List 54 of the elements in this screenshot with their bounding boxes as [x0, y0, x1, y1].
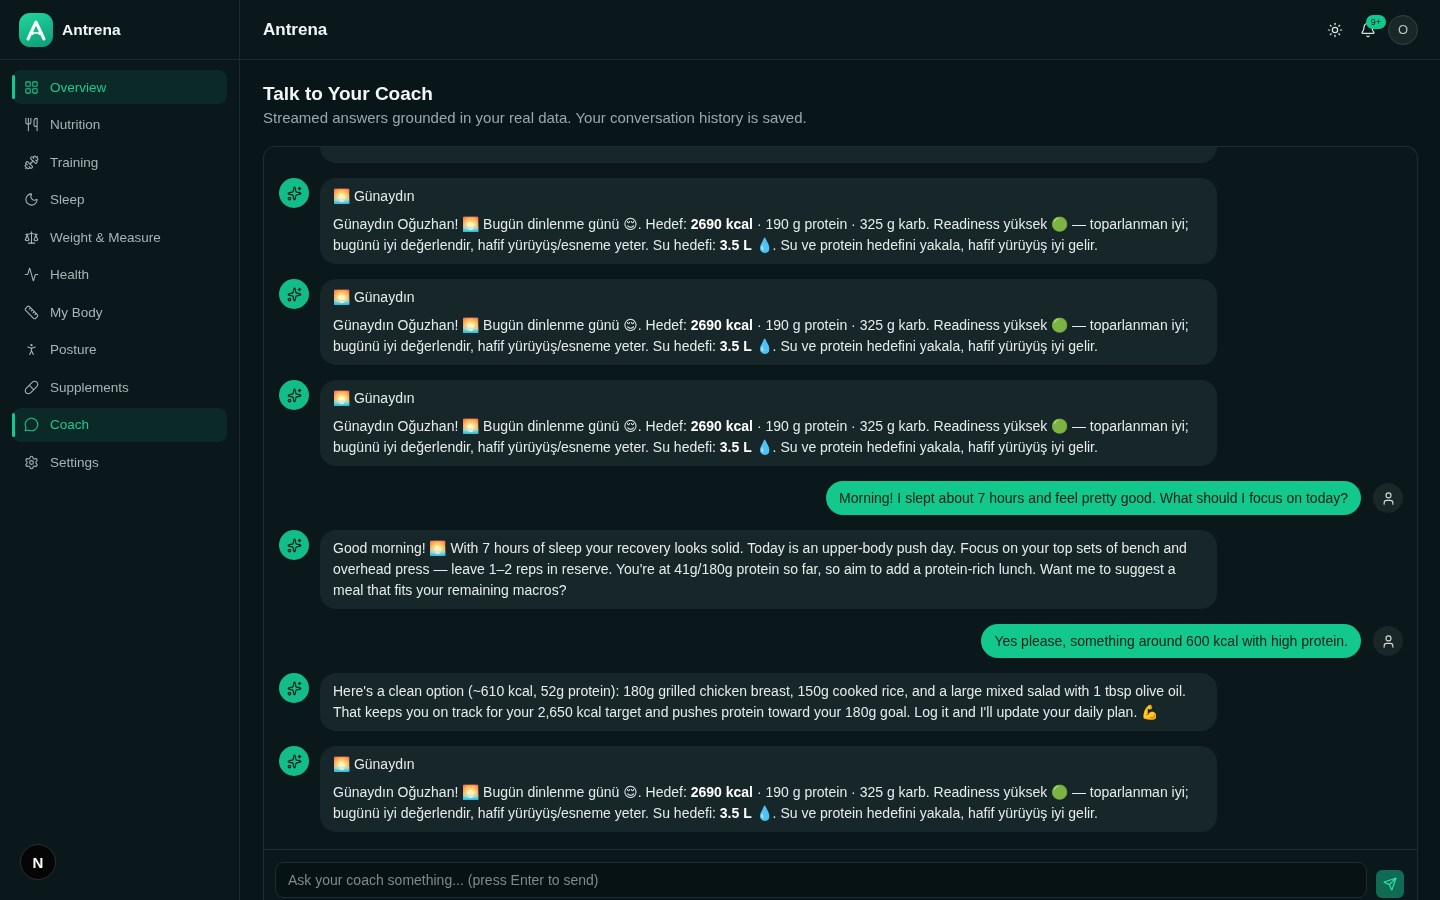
dev-tools-button[interactable]: N — [20, 844, 56, 880]
pulse-icon — [24, 267, 39, 282]
sparkles-icon — [279, 178, 309, 208]
nav-item[interactable]: My Body — [12, 295, 227, 329]
brand-name: Antrena — [62, 20, 121, 39]
scale-icon — [24, 229, 39, 245]
sparkles-icon — [279, 746, 309, 776]
message-text: Good morning! 🌅 With 7 hours of sleep your recovery looks solid. Today is an upper-body push day. Focus on your top sets of bench and overhead press — leave 1–2 reps in reserve. You're at 41g/180g protein so far, so aim to add a protein-rich lunch. Want me to suggest a meal that fits your remaining macros? — [333, 539, 1188, 600]
nav-item[interactable]: Weight & Measure — [12, 220, 227, 254]
nav-item[interactable]: Coach — [12, 407, 227, 442]
sparkles-icon — [279, 530, 309, 560]
message-title: 🌅 Günaydın — [333, 288, 416, 307]
dumbbell-icon — [24, 154, 39, 170]
moon-icon — [24, 192, 39, 207]
utensils-icon — [24, 117, 39, 132]
nav-item[interactable]: Posture — [12, 332, 227, 367]
message-text: Günaydın Oğuzhan! 🌅 Bugün dinlenme günü 😌. Hedef: 2690 kcal · 190 g protein · 325 g karb. Readiness yüksek 🟢 — toparlanman iyi; bugünü iyi değerlendir, hafif yürüyüş/esneme yeter. Su hedefi: 3.5 L 💧. Su ve protein hedefini yakala, hafif yürüyüş iyi gelir. — [333, 215, 1190, 255]
message-text: Günaydın Oğuzhan! 🌅 Bugün dinlenme günü 😌. Hedef: 2690 kcal · 190 g protein · 325 g karb. Readiness yüksek 🟢 — toparlanman iyi; bugünü iyi değerlendir, hafif yürüyüş/esneme yeter. Su hedefi: 3.5 L 💧. Su ve protein hedefini yakala, hafif yürüyüş iyi gelir. — [333, 316, 1190, 356]
nav-item[interactable]: Supplements — [12, 370, 227, 404]
message-title: 🌅 Günaydın — [333, 389, 416, 408]
sparkles-icon — [279, 673, 309, 703]
send-button[interactable] — [1376, 870, 1404, 898]
sparkles-icon — [279, 279, 309, 309]
message-text: Here's a clean option (~610 kcal, 52g protein): 180g grilled chicken breast, 150g cooked rice, and a large mixed salad with 1 tbsp olive oil. That keeps you on track for your 2,650 kcal target and pushes protein toward your 180g goal. Log it and I'll update your daily plan. 💪 — [333, 682, 1187, 722]
user-avatar-button[interactable]: O — [1388, 14, 1418, 45]
message-text: Günaydın Oğuzhan! 🌅 Bugün dinlenme günü 😌. Hedef: 2690 kcal · 190 g protein · 325 g karb. Readiness yüksek 🟢 — toparlanman iyi; bugünü iyi değerlendir, hafif yürüyüş/esneme yeter. Su hedefi: 3.5 L 💧. Su ve protein hedefini yakala, hafif yürüyüş iyi gelir. — [333, 417, 1190, 457]
message-title: 🌅 Günaydın — [333, 187, 416, 206]
user-icon — [1373, 626, 1403, 656]
pill-icon — [24, 379, 39, 395]
user-message-bubble: Yes please, something around 600 kcal with high protein. — [981, 624, 1361, 658]
notification-badge: 9+ — [1366, 14, 1386, 29]
nav-item[interactable]: Nutrition — [12, 107, 227, 142]
message-text: Günaydın Oğuzhan! 🌅 Bugün dinlenme günü 😌. Hedef: 2690 kcal · 190 g protein · 325 g karb. Readiness yüksek 🟢 — toparlanman iyi; bugünü iyi değerlendir, hafif yürüyüş/esneme yeter. Su hedefi: 3.5 L 💧. Su ve protein hedefini yakala, hafif yürüyüş iyi gelir. — [333, 783, 1190, 823]
user-icon — [1373, 483, 1403, 513]
sun-icon — [1327, 21, 1343, 38]
nav-item[interactable]: Overview — [12, 70, 227, 104]
message-title: 🌅 Günaydın — [333, 755, 416, 774]
logo-icon — [19, 12, 53, 47]
nav-item[interactable]: Sleep — [12, 182, 227, 217]
message-input[interactable]: Ask your coach something... (press Enter to send) — [275, 862, 1367, 898]
sparkles-icon — [279, 380, 309, 410]
chat-bubble-icon — [24, 417, 39, 432]
settings-icon — [24, 454, 39, 470]
grid-icon — [24, 79, 39, 95]
page-subtitle: Streamed answers grounded in your real data. Your conversation history is saved. — [263, 108, 808, 128]
page-title: Talk to Your Coach — [263, 82, 434, 106]
user-message-bubble: Morning! I slept about 7 hours and feel pretty good. What should I focus on today? — [826, 481, 1361, 515]
ruler-icon — [24, 304, 39, 320]
person-icon — [24, 342, 39, 357]
send-icon — [1383, 877, 1397, 891]
nav-item[interactable]: Settings — [12, 445, 227, 479]
nav-item[interactable]: Training — [12, 145, 227, 179]
app-title: Antrena — [263, 19, 329, 40]
nav-item[interactable]: Health — [12, 257, 227, 292]
